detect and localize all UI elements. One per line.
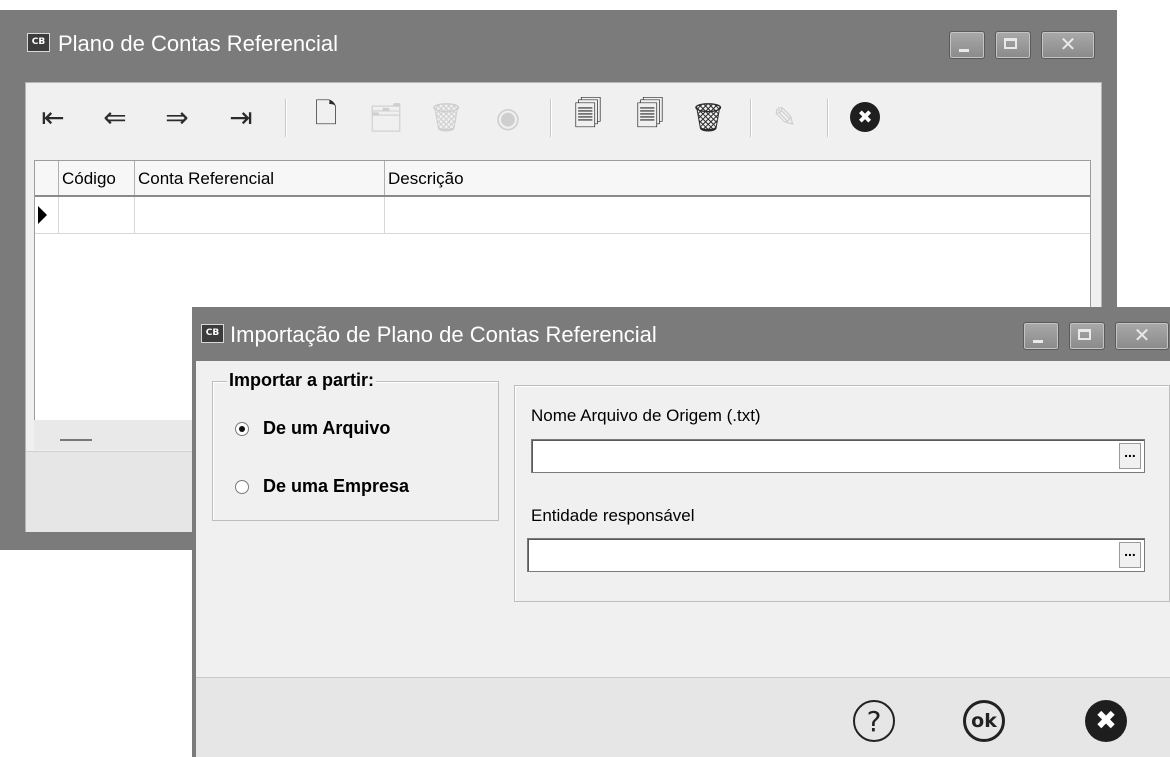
cell-conta-referencial[interactable]	[135, 197, 385, 233]
source-file-input[interactable]: ...	[531, 439, 1145, 473]
maximize-button[interactable]	[995, 31, 1031, 59]
app-system-icon[interactable]: CB	[27, 33, 50, 52]
maximize-icon	[1004, 38, 1017, 49]
cell-descricao[interactable]	[385, 197, 1090, 233]
grid-header: Código Conta Referencial Descrição	[35, 161, 1090, 197]
status-dash	[60, 439, 92, 441]
edit-note-button[interactable]: ✎	[764, 97, 806, 137]
entity-input[interactable]: ...	[527, 538, 1145, 572]
delete-button[interactable]: 🗑	[425, 97, 467, 137]
dialog-client-area: Importar a partir: De um Arquivo De uma …	[196, 361, 1170, 757]
next-record-icon: ⇒	[165, 100, 189, 134]
maximize-icon	[1078, 329, 1091, 340]
radio-dot	[239, 425, 245, 432]
prev-record-icon: ⇐	[103, 100, 127, 134]
edit-note-icon: ✎	[773, 100, 797, 134]
delete-all-button[interactable]: 🗑	[687, 97, 729, 137]
cancel-icon: ✖	[1095, 706, 1117, 736]
last-record-icon: ⇥	[229, 100, 253, 134]
close-button[interactable]: ✕	[1041, 31, 1095, 59]
import-dialog: CB Importação de Plano de Contas Referen…	[192, 307, 1170, 757]
next-record-button[interactable]: ⇒	[156, 97, 198, 137]
close-icon: ✕	[1059, 34, 1077, 56]
dialog-footer: ? ok ✖	[196, 677, 1170, 757]
entity-label: Entidade responsável	[531, 506, 695, 525]
copy-button[interactable]: 🗐	[567, 97, 609, 137]
import-source-group: Importar a partir: De um Arquivo De uma …	[212, 370, 499, 521]
close-form-button[interactable]: ✖	[844, 97, 886, 137]
window-titlebar[interactable]: CB Plano de Contas Referencial ✕	[0, 10, 1117, 75]
radio-circle	[235, 421, 249, 436]
paste-icon: 🗐	[636, 97, 664, 130]
source-file-label: Nome Arquivo de Origem (.txt)	[531, 406, 761, 425]
paste-button[interactable]: 🗐	[629, 97, 671, 137]
copy-icon: 🗐	[574, 97, 602, 130]
dialog-minimize-button[interactable]	[1023, 322, 1059, 350]
dialog-close-button[interactable]: ✕	[1115, 322, 1169, 350]
ok-icon: ok	[971, 710, 997, 732]
row-indicator	[35, 197, 59, 233]
view-button[interactable]: ◉	[487, 97, 529, 137]
delete-all-icon: 🗑	[690, 100, 726, 134]
browse-entity-button[interactable]: ...	[1119, 542, 1141, 568]
first-record-button[interactable]: ⇤	[32, 97, 74, 137]
close-icon: ✕	[1133, 325, 1151, 347]
radio-de-um-arquivo[interactable]: De um Arquivo	[235, 418, 390, 439]
minimize-icon	[959, 49, 969, 52]
ok-button[interactable]: ok	[963, 700, 1005, 742]
view-eye-icon: ◉	[495, 100, 521, 134]
toolbar-separator	[285, 99, 287, 137]
column-header-conta-referencial[interactable]: Conta Referencial	[135, 161, 385, 195]
grid-header-indicator	[35, 161, 59, 195]
cancel-button[interactable]: ✖	[1085, 700, 1127, 742]
help-icon: ?	[866, 704, 882, 738]
toolbar-separator	[827, 99, 829, 137]
first-record-icon: ⇤	[41, 100, 65, 134]
radio-circle	[235, 479, 249, 494]
help-button[interactable]: ?	[853, 700, 895, 742]
dialog-system-icon[interactable]: CB	[201, 324, 224, 343]
dialog-title: Importação de Plano de Contas Referencia…	[230, 322, 657, 347]
import-source-legend: Importar a partir:	[227, 370, 377, 391]
window-title: Plano de Contas Referencial	[58, 31, 339, 56]
column-header-descricao[interactable]: Descrição	[385, 161, 1090, 195]
close-circle-icon: ✖	[850, 102, 880, 132]
radio-de-uma-empresa[interactable]: De uma Empresa	[235, 476, 409, 497]
delete-trash-icon: 🗑	[428, 100, 464, 134]
prev-record-button[interactable]: ⇐	[94, 97, 136, 137]
cell-codigo[interactable]	[59, 197, 135, 233]
file-details-group: Nome Arquivo de Origem (.txt) ... Entida…	[514, 385, 1170, 602]
edit-folder-icon: 🗂	[368, 100, 404, 134]
record-toolbar: ⇤ ⇐ ⇒ ⇥ 🗋 🗂 🗑 ◉ 🗐 🗐 🗑 ✎ ✖	[32, 83, 1101, 153]
toolbar-separator	[750, 99, 752, 137]
browse-file-button[interactable]: ...	[1119, 443, 1141, 469]
edit-button[interactable]: 🗂	[365, 97, 407, 137]
current-row-arrow-icon	[38, 206, 47, 224]
radio-label: De um Arquivo	[263, 418, 391, 438]
radio-label: De uma Empresa	[263, 476, 410, 496]
new-button[interactable]: 🗋	[305, 97, 347, 137]
dialog-maximize-button[interactable]	[1069, 322, 1105, 350]
minimize-icon	[1033, 340, 1043, 343]
minimize-button[interactable]	[949, 31, 985, 59]
table-row[interactable]	[35, 197, 1090, 234]
toolbar-separator	[550, 99, 552, 137]
last-record-button[interactable]: ⇥	[220, 97, 262, 137]
new-document-icon: 🗋	[314, 97, 338, 130]
column-header-codigo[interactable]: Código	[59, 161, 135, 195]
